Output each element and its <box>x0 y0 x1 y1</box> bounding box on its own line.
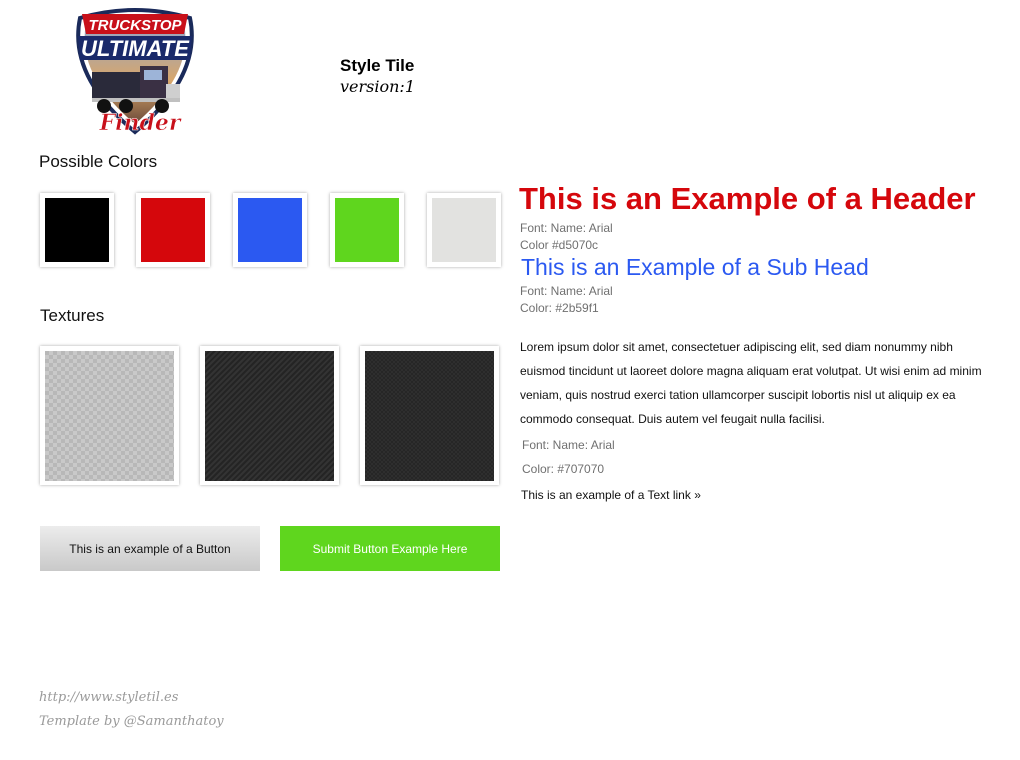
color-swatch-black <box>40 193 114 267</box>
possible-colors-label: Possible Colors <box>39 152 158 171</box>
color-swatch-red <box>136 193 210 267</box>
header-example: This is an Example of a Header <box>519 181 976 216</box>
body-font-name: Font: Name: Arial <box>522 438 615 452</box>
style-tile-version: version:1 <box>340 77 415 96</box>
swatch-fill <box>45 198 109 262</box>
color-swatch-blue <box>233 193 307 267</box>
footer-credit: Template by @Samanthatoy <box>39 714 224 729</box>
header-font-name: Font: Name: Arial <box>520 221 613 235</box>
texture-fill <box>365 351 494 481</box>
body-color-value: Color: #707070 <box>522 462 605 476</box>
texture-light-carbon <box>40 346 179 485</box>
submit-button[interactable]: Submit Button Example Here <box>280 526 500 571</box>
logo-line2: ULTIMATE <box>81 36 190 61</box>
header-color-value: Color #d5070c <box>520 238 599 252</box>
swatch-fill <box>238 198 302 262</box>
example-text-link[interactable]: This is an example of a Text link » <box>521 488 701 502</box>
example-button[interactable]: This is an example of a Button <box>40 526 260 571</box>
textures-label: Textures <box>40 306 105 325</box>
footer-url: http://www.styletil.es <box>39 690 179 705</box>
texture-fill <box>45 351 174 481</box>
style-tile-title: Style Tile <box>340 56 415 75</box>
truckstop-logo: TRUCKSTOP ULTIMATE Finder <box>70 6 200 138</box>
logo-line1: TRUCKSTOP <box>88 17 182 34</box>
body-copy-paragraph: Lorem ipsum dolor sit amet, consectetuer… <box>520 340 982 426</box>
texture-dark-diagonal <box>200 346 339 485</box>
subhead-font-name: Font: Name: Arial <box>520 284 613 298</box>
subhead-color-value: Color: #2b59f1 <box>520 301 599 315</box>
texture-dark-weave <box>360 346 499 485</box>
color-swatch-light-gray <box>427 193 501 267</box>
logo-line3: Finder <box>99 110 182 136</box>
subhead-example: This is an Example of a Sub Head <box>521 254 869 280</box>
color-swatch-green <box>330 193 404 267</box>
texture-fill <box>205 351 334 481</box>
swatch-fill <box>432 198 496 262</box>
swatch-fill <box>335 198 399 262</box>
swatch-fill <box>141 198 205 262</box>
